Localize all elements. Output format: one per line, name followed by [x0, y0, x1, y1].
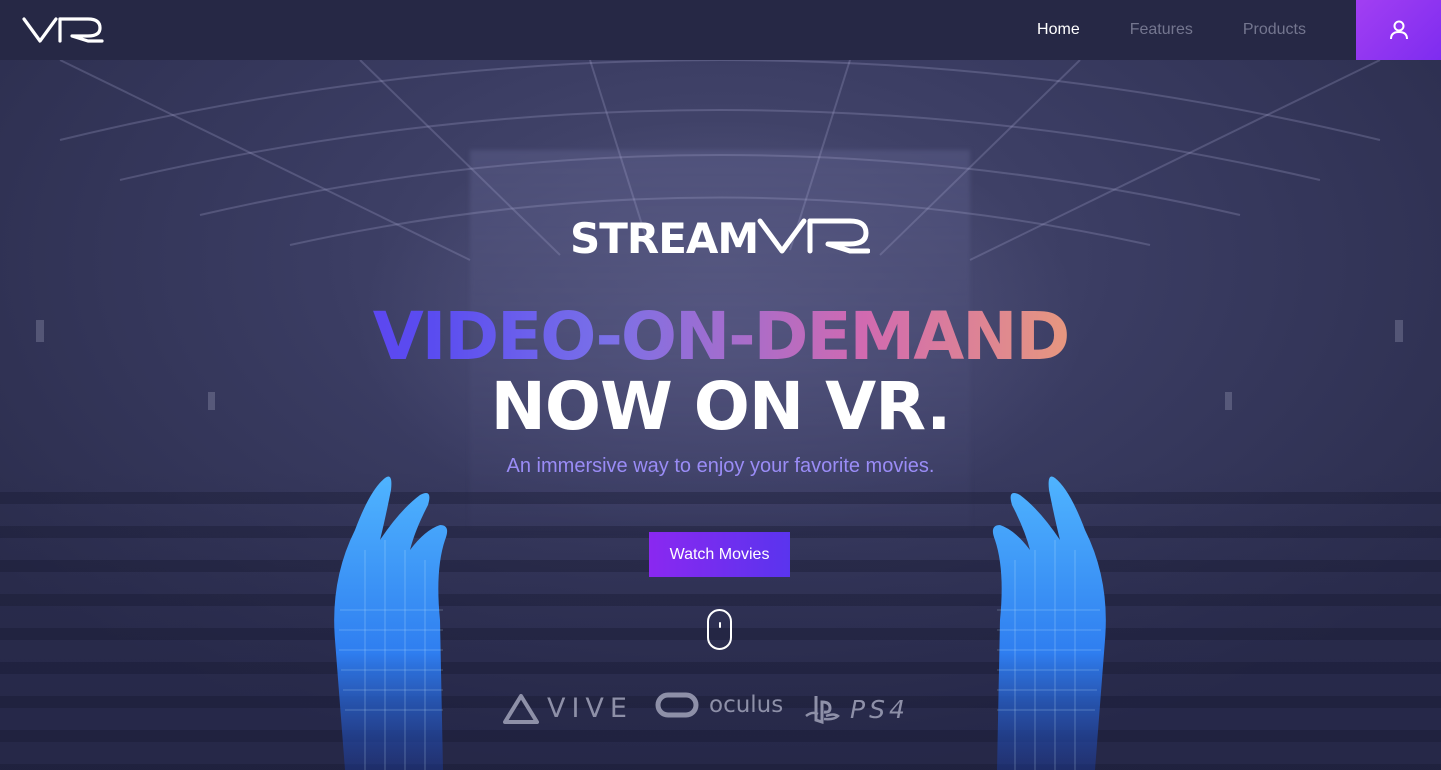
- hero-page: Home Features Products STREAM VIDEO-ON-D…: [0, 0, 1441, 770]
- scroll-wheel: [719, 622, 721, 628]
- user-icon: [1389, 20, 1408, 40]
- nav-link-features[interactable]: Features: [1130, 21, 1193, 39]
- vr-logo[interactable]: [22, 15, 104, 45]
- nav-link-products[interactable]: Products: [1243, 21, 1306, 39]
- platform-ps4: PS4: [804, 694, 909, 724]
- headline-now-on-vr: NOW ON VR.: [490, 368, 952, 445]
- vive-label: VIVE: [547, 693, 633, 724]
- watch-movies-button[interactable]: Watch Movies: [649, 532, 790, 577]
- streamvr-logo: STREAM: [570, 215, 870, 257]
- oculus-label: oculus: [709, 692, 784, 718]
- left-hand-illustration: [334, 476, 448, 770]
- platform-vive: VIVE: [503, 693, 633, 724]
- playstation-logo-icon: [805, 696, 840, 724]
- top-navbar: Home Features Products: [0, 0, 1441, 60]
- nav-links: Home Features Products: [1037, 0, 1306, 60]
- vive-logo-icon: [503, 693, 539, 724]
- hero-subtitle: An immersive way to enjoy your favorite …: [506, 455, 935, 477]
- ps4-label: PS4: [850, 694, 909, 724]
- mouse-scroll-icon[interactable]: [707, 609, 732, 650]
- oculus-logo-icon: [655, 692, 699, 718]
- nav-link-home[interactable]: Home: [1037, 21, 1080, 39]
- right-hand-illustration: [992, 476, 1106, 770]
- svg-text:STREAM: STREAM: [570, 215, 758, 257]
- platform-oculus: oculus: [655, 692, 783, 718]
- headline-video-on-demand: VIDEO-ON-DEMAND: [0, 298, 1441, 375]
- user-account-button[interactable]: [1356, 0, 1441, 60]
